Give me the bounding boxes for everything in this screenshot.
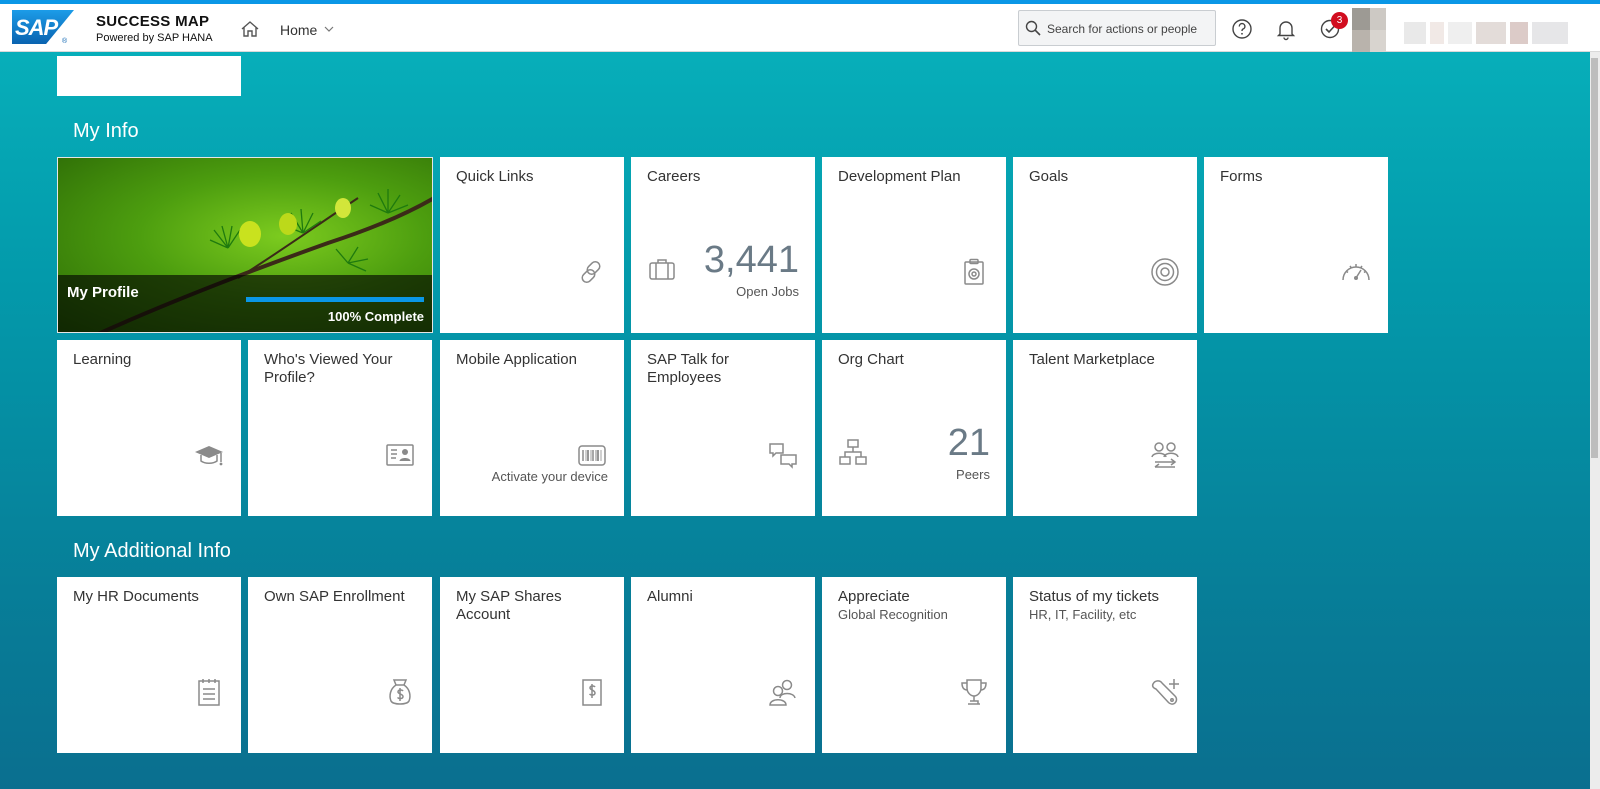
trophy-icon <box>961 679 987 705</box>
tile-sap-talk[interactable]: SAP Talk for Employees <box>631 340 815 516</box>
tile-appreciate[interactable]: Appreciate Global Recognition <box>822 577 1006 753</box>
org-chart-kpi-label: Peers <box>956 467 990 482</box>
home-icon[interactable] <box>240 19 260 39</box>
tile-sap-shares-account[interactable]: My SAP Shares Account <box>440 577 624 753</box>
tile-status-of-tickets[interactable]: Status of my tickets HR, IT, Facility, e… <box>1013 577 1197 753</box>
tile-title: Appreciate <box>838 588 910 605</box>
target-icon <box>1151 258 1179 286</box>
tile-title: Careers <box>647 168 701 185</box>
wrench-add-icon <box>1151 679 1179 705</box>
tile-learning[interactable]: Learning <box>57 340 241 516</box>
tile-subtitle: HR, IT, Facility, etc <box>1029 607 1137 622</box>
my-profile-tile[interactable]: My Profile 100% Complete <box>57 157 433 333</box>
notification-badge: 3 <box>1331 12 1348 29</box>
people-icon <box>769 679 796 706</box>
app-subtitle: Powered by SAP HANA <box>96 32 213 44</box>
section-title-my-info: My Info <box>73 120 139 142</box>
tile-title: Org Chart <box>838 351 904 368</box>
app-title: SUCCESS MAP <box>96 13 210 30</box>
mobile-app-footer: Activate your device <box>491 469 608 484</box>
money-bag-icon <box>389 679 411 705</box>
tile-org-chart[interactable]: Org Chart 21 Peers <box>822 340 1006 516</box>
search-icon[interactable] <box>1025 20 1041 36</box>
tile-title: Forms <box>1220 168 1263 185</box>
tile-development-plan[interactable]: Development Plan <box>822 157 1006 333</box>
tile-goals[interactable]: Goals <box>1013 157 1197 333</box>
clipboard-target-icon <box>964 258 984 285</box>
profile-progress-fill <box>246 297 424 302</box>
tile-alumni[interactable]: Alumni <box>631 577 815 753</box>
bell-icon[interactable] <box>1274 17 1298 41</box>
tile-title: Learning <box>73 351 132 368</box>
tile-careers[interactable]: Careers 3,441 Open Jobs <box>631 157 815 333</box>
tile-subtitle: Global Recognition <box>838 607 948 622</box>
speedometer-icon <box>1342 264 1370 281</box>
tile-title: Alumni <box>647 588 693 605</box>
blank-tile[interactable] <box>57 56 241 96</box>
profile-progress-bar <box>246 297 424 302</box>
avatar[interactable] <box>1352 8 1588 52</box>
people-exchange-icon <box>1151 442 1179 468</box>
tile-whos-viewed-profile[interactable]: Who's Viewed Your Profile? <box>248 340 432 516</box>
tile-title: Quick Links <box>456 168 534 185</box>
tile-forms[interactable]: Forms <box>1204 157 1388 333</box>
barcode-icon <box>578 445 606 466</box>
org-chart-icon <box>839 439 867 465</box>
tile-title: Who's Viewed Your Profile? <box>264 351 393 386</box>
dollar-document-icon <box>582 679 602 706</box>
home-nav-menu[interactable]: Home <box>280 22 317 38</box>
tile-my-hr-documents[interactable]: My HR Documents <box>57 577 241 753</box>
id-card-icon <box>386 444 414 466</box>
org-chart-kpi-value: 21 <box>947 422 990 464</box>
search-field[interactable] <box>1018 10 1216 46</box>
tile-title: SAP Talk for Employees <box>647 351 729 386</box>
tile-talent-marketplace[interactable]: Talent Marketplace <box>1013 340 1197 516</box>
chat-bubbles-icon <box>769 443 797 469</box>
sap-logo-text: SAP <box>15 15 58 40</box>
profile-completion-text: 100% Complete <box>327 309 424 324</box>
search-input[interactable] <box>1045 19 1214 39</box>
tile-title: Talent Marketplace <box>1029 351 1155 368</box>
shell-bar: SAP ® SUCCESS MAP Powered by SAP HANA Ho… <box>0 4 1600 52</box>
briefcase-icon <box>649 259 675 280</box>
tile-title: Development Plan <box>838 168 961 185</box>
section-title-additional-info: My Additional Info <box>73 540 231 562</box>
tile-title: Own SAP Enrollment <box>264 588 405 605</box>
scrollbar-thumb[interactable] <box>1591 58 1598 458</box>
careers-kpi-value: 3,441 <box>703 239 799 281</box>
tile-title: Goals <box>1029 168 1069 185</box>
tile-mobile-application[interactable]: Mobile Application Activate your device <box>440 340 624 516</box>
tile-title: My HR Documents <box>73 588 199 605</box>
tile-title: Status of my tickets <box>1029 588 1160 605</box>
registered-mark: ® <box>62 38 68 45</box>
graduation-cap-icon <box>195 446 223 466</box>
help-icon[interactable] <box>1230 17 1254 41</box>
tile-title: Mobile Application <box>456 351 577 368</box>
tile-title: My SAP Shares Account <box>456 588 562 623</box>
chevron-down-icon[interactable] <box>324 24 334 34</box>
tile-quick-links[interactable]: Quick Links <box>440 157 624 333</box>
careers-kpi-label: Open Jobs <box>736 284 799 299</box>
tile-own-sap-enrollment[interactable]: Own SAP Enrollment <box>248 577 432 753</box>
notepad-icon <box>198 679 220 706</box>
link-icon <box>581 260 601 284</box>
profile-tile-title: My Profile <box>67 284 139 301</box>
